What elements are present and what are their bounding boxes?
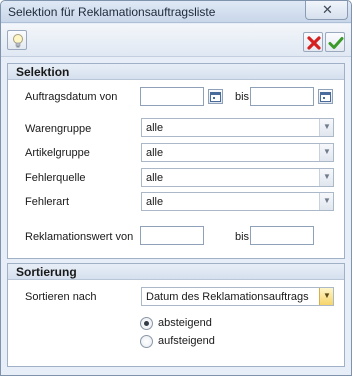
hint-button[interactable] (7, 30, 27, 50)
lightbulb-icon (13, 34, 23, 48)
reklamationswert-label: Reklamationswert von (25, 231, 134, 243)
ok-button[interactable] (325, 32, 345, 52)
fehlerquelle-label: Fehlerquelle (25, 172, 86, 184)
warengruppe-label: Warengruppe (25, 123, 92, 135)
calendar-icon (210, 92, 221, 102)
fehlerquelle-select[interactable]: alle ▼ (141, 168, 334, 187)
dropdown-arrow-icon[interactable]: ▼ (319, 193, 333, 210)
reklamationswert-to-input[interactable] (250, 226, 314, 245)
warengruppe-value: alle (146, 122, 164, 134)
fehlerart-label: Fehlerart (25, 196, 70, 208)
auftragsdatum-to-calendar-button[interactable] (318, 89, 333, 104)
sortierung-heading: Sortierung (16, 265, 77, 279)
dropdown-arrow-icon[interactable]: ▼ (319, 119, 333, 136)
auftragsdatum-from-input[interactable] (140, 87, 204, 106)
fehlerart-value: alle (146, 196, 164, 208)
artikelgruppe-select[interactable]: alle ▼ (141, 143, 334, 162)
warengruppe-select[interactable]: alle ▼ (141, 118, 334, 137)
selektion-heading: Selektion (16, 65, 70, 79)
fehlerart-select[interactable]: alle ▼ (141, 192, 334, 211)
radio-selected-dot (144, 321, 149, 326)
dialog-window: Selektion für Reklamationsauftragsliste … (0, 0, 352, 376)
auftragsdatum-label: Auftragsdatum von (25, 91, 118, 103)
artikelgruppe-label: Artikelgruppe (25, 147, 90, 159)
sortieren-nach-label: Sortieren nach (25, 291, 97, 303)
sortieren-nach-value: Datum des Reklamationsauftrags (146, 291, 309, 303)
aufsteigend-radio[interactable] (140, 335, 153, 348)
absteigend-label[interactable]: absteigend (158, 317, 212, 329)
title-bar: Selektion für Reklamationsauftragsliste … (1, 1, 351, 23)
fehlerquelle-value: alle (146, 172, 164, 184)
sortierung-header: Sortierung (8, 264, 344, 280)
auftragsdatum-to-input[interactable] (250, 87, 314, 106)
absteigend-radio[interactable] (140, 317, 153, 330)
green-check-icon (328, 37, 344, 49)
close-button[interactable]: ✕ (305, 1, 348, 20)
dropdown-arrow-icon[interactable]: ▼ (319, 288, 333, 305)
red-x-icon (307, 36, 321, 50)
calendar-icon (320, 92, 331, 102)
toolbar (1, 24, 351, 57)
dropdown-arrow-icon[interactable]: ▼ (319, 169, 333, 186)
auftragsdatum-to-label: bis (235, 91, 250, 103)
selektion-group: Selektion Auftragsdatum von bis Warengru… (7, 63, 345, 259)
auftragsdatum-from-calendar-button[interactable] (208, 89, 223, 104)
cancel-button[interactable] (303, 32, 323, 52)
dropdown-arrow-icon[interactable]: ▼ (319, 144, 333, 161)
artikelgruppe-value: alle (146, 147, 164, 159)
selektion-header: Selektion (8, 64, 344, 80)
window-title: Selektion für Reklamationsauftragsliste (8, 5, 216, 19)
reklamationswert-to-label: bis (235, 231, 250, 243)
sortierung-group: Sortierung Sortieren nach Datum des Rekl… (7, 263, 345, 367)
sortieren-nach-select[interactable]: Datum des Reklamationsauftrags ▼ (141, 287, 334, 306)
reklamationswert-from-input[interactable] (140, 226, 204, 245)
close-icon: ✕ (322, 2, 333, 17)
aufsteigend-label[interactable]: aufsteigend (158, 335, 215, 347)
